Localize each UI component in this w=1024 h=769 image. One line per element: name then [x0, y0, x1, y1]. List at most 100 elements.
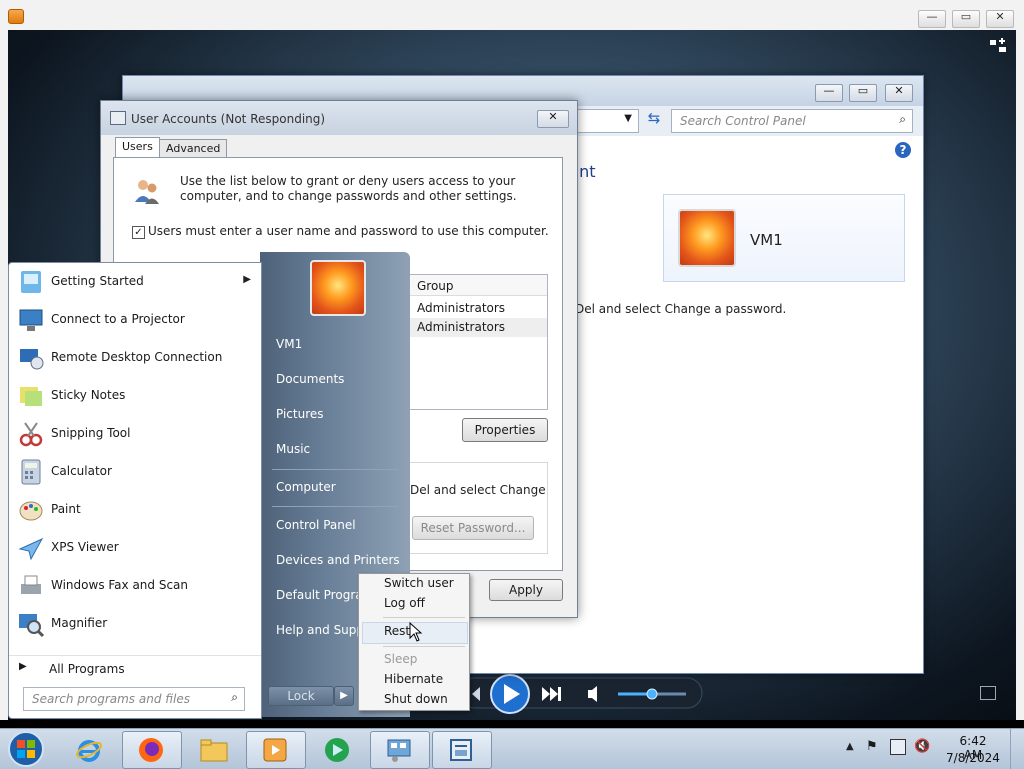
refresh-icon[interactable]: ⇆	[643, 109, 665, 131]
switch-to-library-icon[interactable]	[988, 38, 1008, 54]
start-button-icon[interactable]	[6, 730, 46, 768]
program-label: XPS Viewer	[51, 540, 119, 554]
program-label: Snipping Tool	[51, 426, 131, 440]
remote-desktop-icon	[20, 349, 44, 370]
tab-users[interactable]: Users	[115, 137, 160, 158]
xps-viewer-icon	[18, 537, 44, 561]
magnifier-icon	[19, 614, 45, 638]
user-accounts-icon	[450, 739, 472, 761]
start-right-computer[interactable]: Computer	[276, 480, 336, 494]
program-label: Getting Started	[51, 274, 144, 288]
program-paint[interactable]: Paint	[9, 491, 261, 529]
taskbar-control-panel[interactable]	[370, 731, 430, 769]
cp-close-button[interactable]: ✕	[885, 84, 913, 102]
user-accounts-icon	[110, 111, 126, 125]
shutdown-options-arrow[interactable]: ▶	[334, 686, 354, 706]
menu-restart[interactable]: Rest	[384, 624, 410, 638]
start-search-input[interactable]: Search programs and files ⌕	[23, 687, 245, 711]
taskbar-user-accounts[interactable]	[432, 731, 492, 769]
cp-restore-button[interactable]: ▭	[849, 84, 877, 102]
help-icon[interactable]: ?	[895, 142, 911, 158]
require-password-label: Users must enter a user name and passwor…	[148, 224, 549, 238]
group-cell: Administrators	[417, 301, 506, 315]
taskbar-firefox[interactable]	[122, 731, 182, 769]
show-hidden-icons-icon[interactable]: ▲	[846, 741, 854, 752]
mouse-cursor-icon	[409, 622, 423, 642]
program-label: Windows Fax and Scan	[51, 578, 189, 592]
apply-button[interactable]: Apply	[489, 579, 563, 601]
program-calculator[interactable]: Calculator	[9, 453, 261, 491]
search-icon[interactable]: ⌕	[899, 112, 906, 127]
taskbar-media-center[interactable]	[308, 731, 368, 769]
start-right-documents[interactable]: Documents	[276, 372, 344, 386]
properties-button[interactable]: Properties	[462, 418, 548, 442]
taskbar: ▲ ⚑ 🔇 6:42 AM 7/8/2024	[0, 728, 1024, 769]
intro-text: Use the list below to grant or deny user…	[180, 174, 517, 203]
cp-minimize-button[interactable]: —	[815, 84, 843, 102]
clock-date[interactable]: 7/8/2024	[946, 751, 1000, 765]
menu-hibernate[interactable]: Hibernate	[384, 672, 443, 686]
fax-scan-icon	[21, 575, 41, 594]
program-connect-projector[interactable]: Connect to a Projector	[9, 301, 261, 339]
program-fax-scan[interactable]: Windows Fax and Scan	[9, 567, 261, 605]
start-right-vm1[interactable]: VM1	[276, 337, 302, 351]
media-center-icon	[325, 738, 349, 762]
menu-switch-user[interactable]: Switch user	[384, 576, 454, 590]
network-icon[interactable]	[890, 739, 906, 755]
user-tile: VM1	[663, 194, 905, 282]
all-programs[interactable]: ▶ All Programs	[9, 655, 261, 682]
start-right-control-panel[interactable]: Control Panel	[276, 518, 356, 532]
program-label: Paint	[51, 502, 81, 516]
dialog-title: User Accounts (Not Responding)	[131, 112, 326, 126]
media-player-icon	[263, 738, 287, 762]
reset-password-button[interactable]: Reset Password...	[412, 516, 534, 540]
table-row[interactable]: Administrators	[407, 299, 547, 318]
restore-button[interactable]: ▭	[952, 10, 980, 28]
start-right-pictures[interactable]: Pictures	[276, 407, 324, 421]
program-remote-desktop[interactable]: Remote Desktop Connection	[9, 339, 261, 377]
divider	[272, 506, 398, 507]
users-group-icon	[135, 180, 159, 204]
action-center-flag-icon[interactable]: ⚑	[866, 739, 878, 754]
table-row[interactable]: Administrators	[407, 318, 547, 337]
start-right-music[interactable]: Music	[276, 442, 310, 456]
calculator-icon	[21, 459, 41, 485]
taskbar-file-explorer[interactable]	[184, 731, 244, 769]
program-sticky-notes[interactable]: Sticky Notes	[9, 377, 261, 415]
program-xps-viewer[interactable]: XPS Viewer	[9, 529, 261, 567]
program-label: Magnifier	[51, 616, 108, 630]
lock-button[interactable]: Lock	[268, 686, 334, 706]
menu-separator	[383, 617, 465, 618]
minimize-button[interactable]: —	[918, 10, 946, 28]
user-avatar[interactable]	[310, 260, 366, 316]
program-label: Remote Desktop Connection	[51, 350, 223, 364]
menu-shut-down[interactable]: Shut down	[384, 692, 448, 706]
dialog-close-button[interactable]: ✕	[537, 110, 569, 128]
close-button[interactable]: ✕	[986, 10, 1014, 28]
search-icon[interactable]: ⌕	[231, 690, 238, 705]
menu-log-off[interactable]: Log off	[384, 596, 425, 610]
require-password-checkbox[interactable]: ✓	[132, 226, 145, 239]
program-getting-started[interactable]: Getting Started ▶	[9, 263, 261, 301]
window-frame-right	[1016, 30, 1024, 720]
projector-icon	[19, 309, 43, 331]
shutdown-submenu: Switch user Log off Rest Sleep Hibernate…	[358, 573, 470, 711]
column-header-group[interactable]: Group	[407, 275, 547, 296]
fullscreen-icon[interactable]	[980, 686, 996, 700]
program-snipping-tool[interactable]: Snipping Tool	[9, 415, 261, 453]
tab-advanced[interactable]: Advanced	[159, 139, 228, 158]
snipping-tool-icon	[19, 422, 43, 447]
volume-muted-icon[interactable]: 🔇	[914, 739, 930, 754]
internet-explorer-icon	[76, 740, 102, 762]
show-desktop-button[interactable]	[1010, 729, 1024, 769]
folder-icon	[200, 739, 228, 762]
program-magnifier[interactable]: Magnifier	[9, 605, 261, 643]
paint-icon	[19, 501, 43, 521]
all-programs-arrow-icon: ▶	[19, 661, 27, 672]
taskbar-media-player[interactable]	[246, 731, 306, 769]
control-panel-search-input[interactable]: Search Control Panel ⌕	[671, 109, 913, 133]
menu-sleep[interactable]: Sleep	[384, 652, 417, 666]
start-right-devices-printers[interactable]: Devices and Printers	[276, 553, 400, 567]
password-groupbox	[406, 462, 548, 554]
taskbar-internet-explorer[interactable]	[60, 731, 120, 769]
